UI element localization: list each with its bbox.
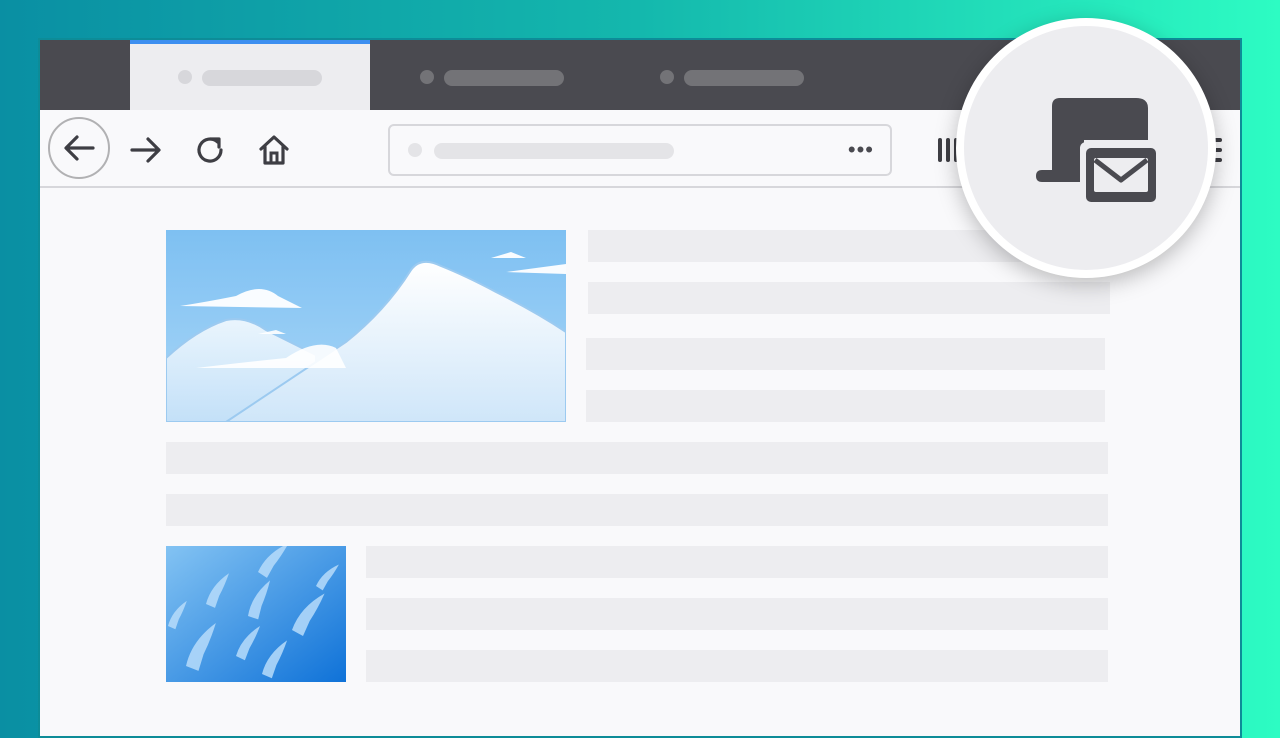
text-placeholder-line [366, 598, 1108, 630]
text-placeholder-line [166, 494, 1108, 526]
tab-title-placeholder [684, 70, 804, 86]
email-link-icon [1036, 98, 1158, 206]
tab-favicon-placeholder [420, 70, 434, 84]
mountain-landscape-image [166, 230, 566, 422]
text-placeholder-line [588, 282, 1110, 314]
tab-favicon-placeholder [178, 70, 192, 84]
text-placeholder-line [166, 442, 1108, 474]
text-placeholder-line [586, 390, 1105, 422]
reload-button[interactable] [188, 128, 232, 172]
forward-button[interactable] [124, 128, 168, 172]
back-arrow-icon [64, 135, 95, 161]
back-button[interactable] [48, 117, 110, 179]
zoomed-toolbar-button[interactable] [956, 18, 1216, 278]
text-placeholder-line [366, 650, 1108, 682]
url-text-placeholder [434, 143, 674, 159]
page-actions-button[interactable]: ••• [848, 139, 874, 161]
tab-title-placeholder [444, 70, 564, 86]
site-identity-placeholder [408, 143, 422, 157]
home-button[interactable] [252, 128, 296, 172]
tab-favicon-placeholder [660, 70, 674, 84]
text-placeholder-line [586, 338, 1105, 370]
whales-image [166, 546, 346, 682]
text-placeholder-line [366, 546, 1108, 578]
tab-inactive[interactable] [370, 40, 610, 110]
forward-arrow-icon [130, 137, 161, 163]
tab-title-placeholder [202, 70, 322, 86]
reload-icon [197, 137, 223, 163]
home-icon [259, 135, 289, 165]
url-bar[interactable]: ••• [388, 124, 892, 176]
tab-inactive[interactable] [610, 40, 850, 110]
tab-active[interactable] [130, 40, 370, 110]
